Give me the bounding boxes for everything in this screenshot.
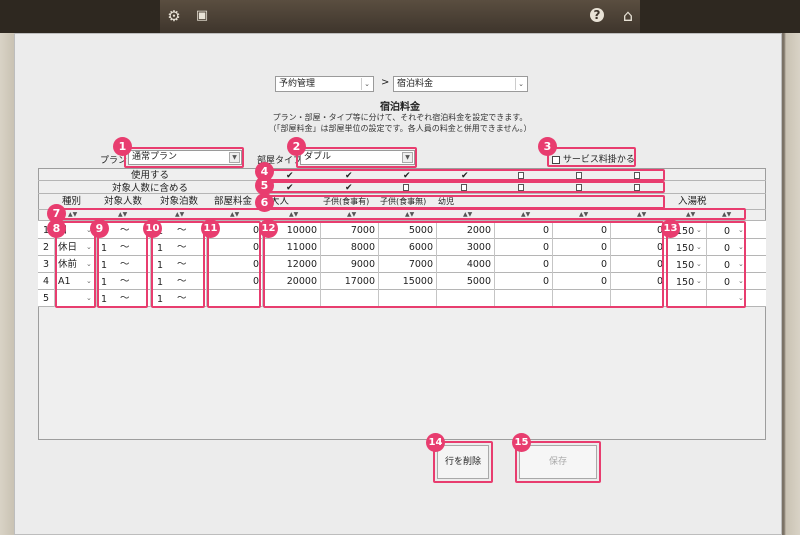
annotation-badge: 8 xyxy=(47,219,66,238)
column-header-type: 種別 xyxy=(62,196,82,207)
page-description-1: プラン・部屋・タイプ等に分けて、それぞれ宿泊料金を設定できます。 xyxy=(272,113,528,122)
breadcrumb-select-second[interactable]: 宿泊料金 ⌄ xyxy=(393,76,528,92)
annotation-badge: 10 xyxy=(143,219,162,238)
annotation-badge: 9 xyxy=(90,219,109,238)
column-header-bath-tax: 入湯税 xyxy=(678,196,707,207)
breadcrumb-select-first[interactable]: 予約管理 ⌄ xyxy=(275,76,374,92)
annotation-frame xyxy=(296,147,417,168)
column-header-nights: 対象泊数 xyxy=(160,196,199,207)
annotation-frame xyxy=(264,181,665,193)
annotation-frame xyxy=(56,208,746,220)
column-header-persons: 対象人数 xyxy=(104,196,143,207)
column-header-room-rate: 部屋料金 xyxy=(214,196,253,207)
printer-icon[interactable]: ▣ xyxy=(192,6,212,26)
toolbar-background-left xyxy=(0,0,160,33)
annotation-badge: 13 xyxy=(661,219,680,238)
chevron-down-icon: ⌄ xyxy=(515,78,526,90)
annotation-frame xyxy=(124,147,244,168)
annotation-badge: 15 xyxy=(512,433,531,452)
help-icon[interactable]: ? xyxy=(590,8,604,22)
page-description-2: （「部屋料金」は部屋単位の設定です。各人員の料金と併用できません。） xyxy=(268,124,532,133)
row-number: 5 xyxy=(43,293,50,304)
annotation-badge: 6 xyxy=(255,193,274,212)
gear-icon[interactable]: ⚙ xyxy=(164,6,184,26)
row-number: 3 xyxy=(43,259,50,270)
annotation-badge: 12 xyxy=(259,219,278,238)
annotation-frame xyxy=(547,147,636,167)
annotation-frame xyxy=(263,221,664,308)
top-toolbar: ⚙ ▣ ? ⌂ xyxy=(0,0,800,33)
annotation-badge: 14 xyxy=(426,433,445,452)
breadcrumb-second-label: 宿泊料金 xyxy=(397,79,434,89)
page-title: 宿泊料金 xyxy=(380,102,420,113)
annotation-badge: 11 xyxy=(201,219,220,238)
home-icon[interactable]: ⌂ xyxy=(618,6,638,26)
annotation-badge: 2 xyxy=(287,137,306,156)
annotation-badge: 3 xyxy=(538,137,557,156)
row-number: 2 xyxy=(43,242,50,253)
toolbar-background-right xyxy=(640,0,800,33)
row-number: 4 xyxy=(43,276,50,287)
breadcrumb-separator: > xyxy=(381,77,390,88)
chevron-down-icon: ⌄ xyxy=(361,78,372,90)
annotation-frame xyxy=(264,195,665,209)
annotation-frame xyxy=(264,169,665,181)
breadcrumb-first-label: 予約管理 xyxy=(279,79,316,89)
annotation-badge: 1 xyxy=(113,137,132,156)
